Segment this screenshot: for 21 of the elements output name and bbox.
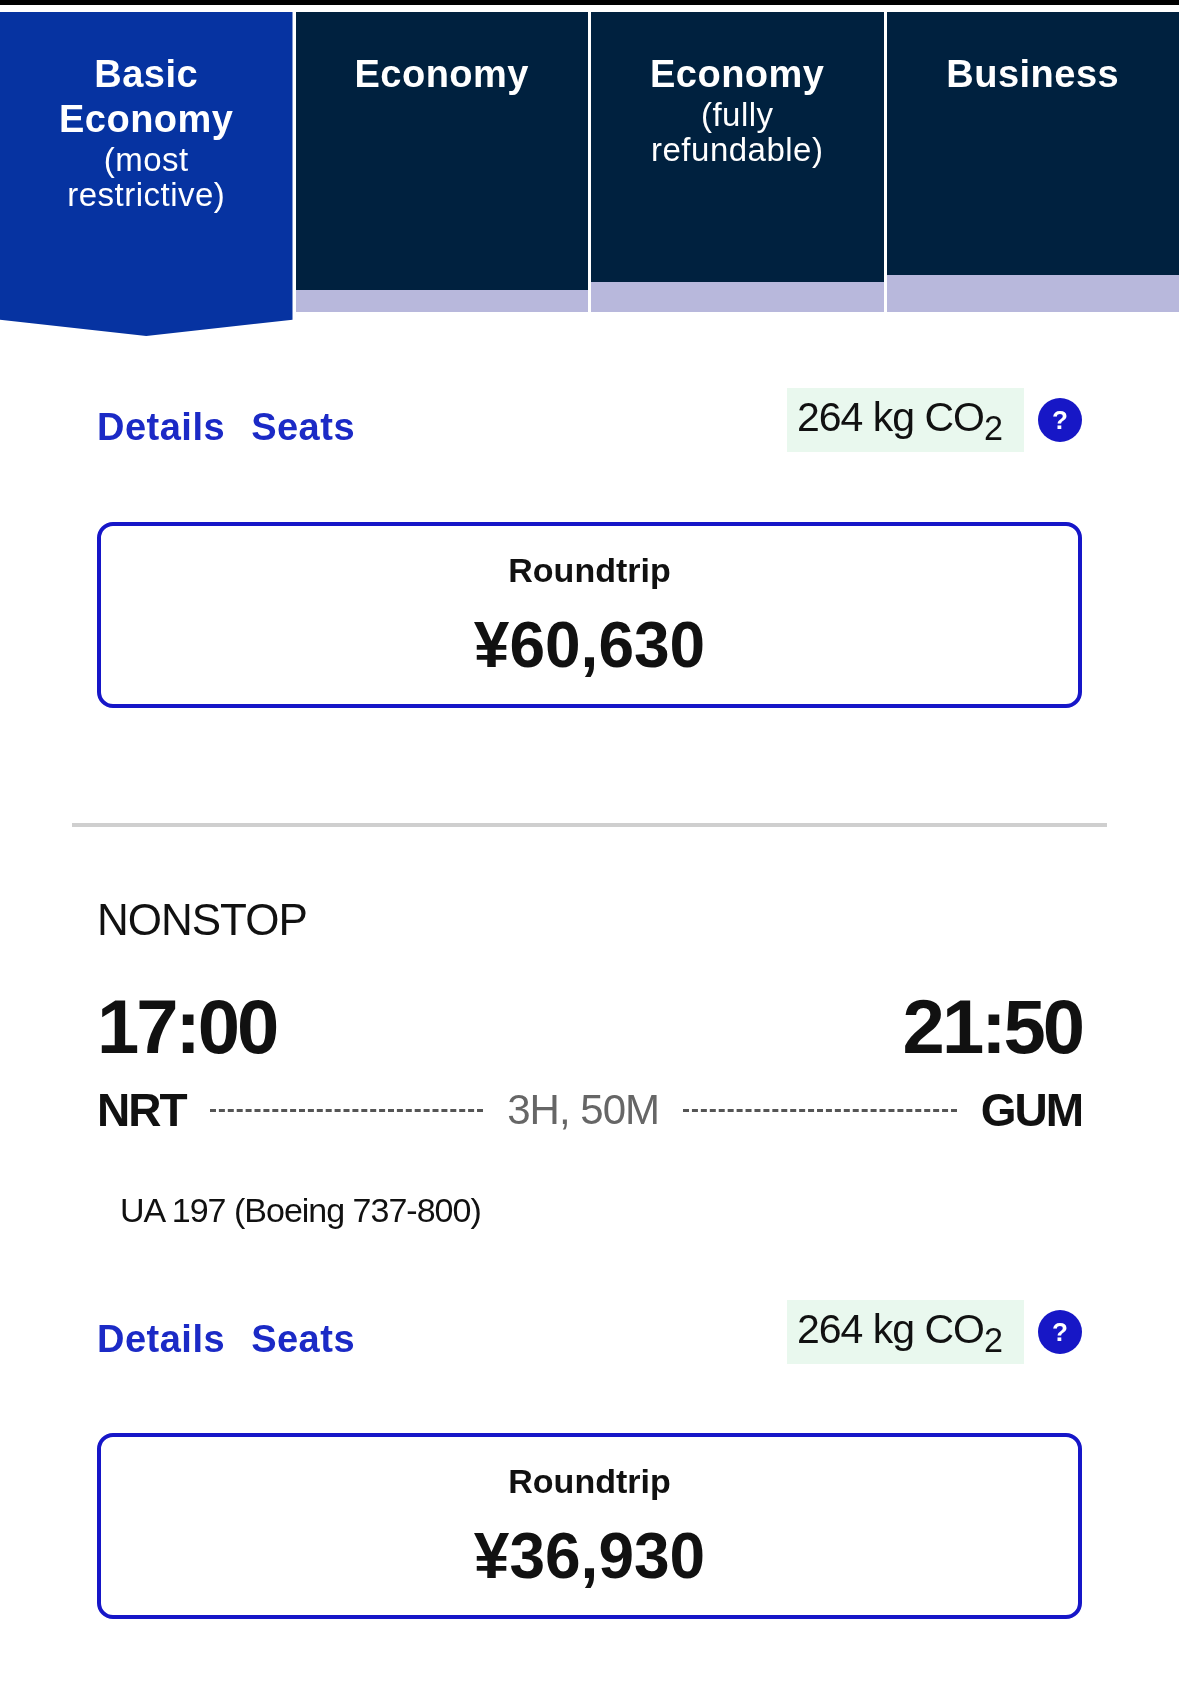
details-link[interactable]: Details — [97, 404, 226, 450]
departure-time: 17:00 — [97, 987, 277, 1067]
fare-button[interactable]: Roundtrip ¥60,630 — [97, 522, 1082, 708]
emissions-badge: 264 kg CO$_{2}$ — [787, 388, 1024, 452]
fare-tab[interactable]: Business — [886, 12, 1179, 312]
fare-tab[interactable]: Basic Economy (most restrictive) — [0, 12, 293, 336]
seats-link[interactable]: Seats — [251, 404, 356, 450]
emissions-badge: 264 kg CO$_{2}$ — [787, 1300, 1024, 1364]
seats-link[interactable]: Seats — [251, 1316, 356, 1362]
destination-code: GUM — [980, 1085, 1082, 1135]
arrival-time: 21:50 — [902, 987, 1082, 1067]
help-button[interactable]: ? — [1038, 1310, 1082, 1354]
duration-label: 3H, 50M — [507, 1085, 659, 1135]
fare-button[interactable]: Roundtrip ¥36,930 — [97, 1433, 1082, 1619]
help-button[interactable]: ? — [1038, 398, 1082, 442]
fare-tab[interactable]: Economy (fully refundable) — [591, 12, 884, 312]
details-link[interactable]: Details — [97, 1316, 226, 1362]
fare-tab[interactable]: Economy — [295, 12, 588, 312]
stops-label: NONSTOP — [97, 895, 308, 945]
origin-code: NRT — [97, 1085, 186, 1135]
flight-info: UA 197 (Boeing 737-800) — [119, 1190, 482, 1230]
